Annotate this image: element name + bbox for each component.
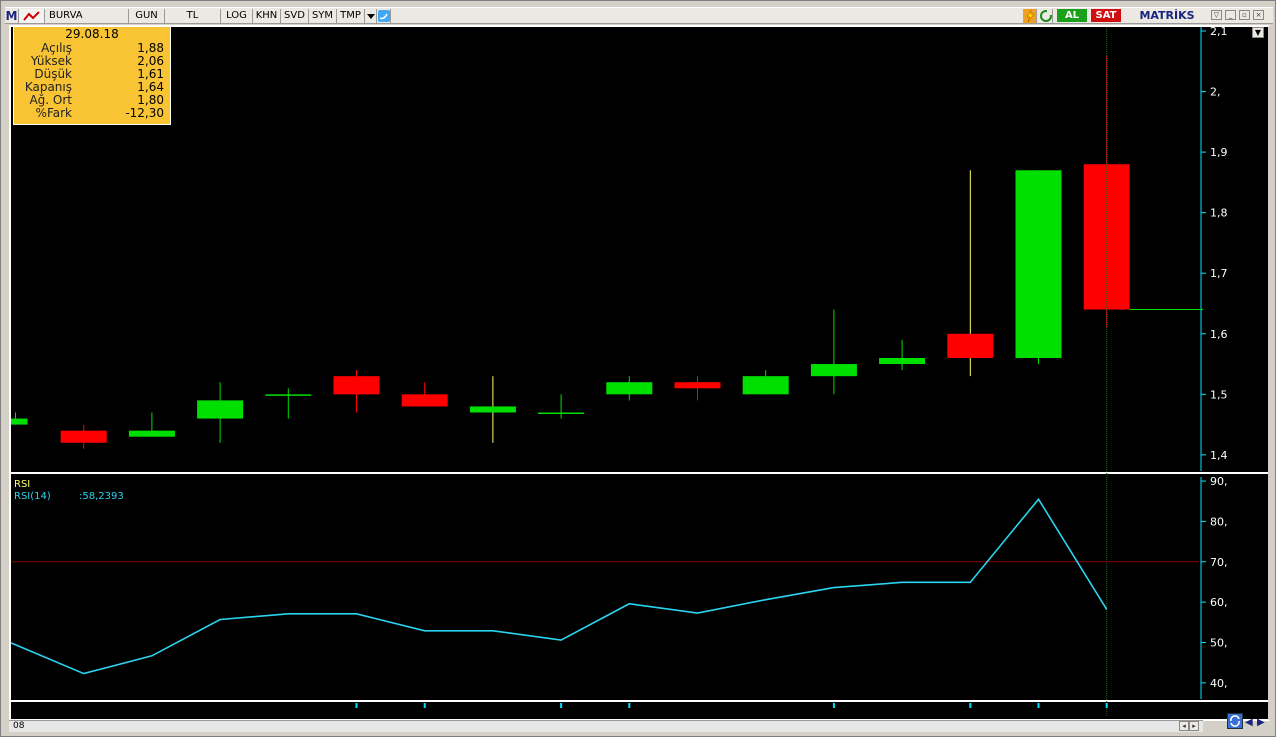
x-axis-tick xyxy=(355,703,358,708)
symbol-icon[interactable] xyxy=(19,9,45,23)
chart-area[interactable]: 1,4 1,5 1,6 1,7 1,8 1,9 2, 2,1 40, 50, 60, 70, 80, 90… xyxy=(9,25,1270,721)
price-axis-tick-label: 1,8 xyxy=(1210,207,1228,220)
rsi-series-line xyxy=(11,497,1108,675)
tmp-button[interactable]: TMP xyxy=(337,9,365,23)
rsi-axis-tick-label: 90, xyxy=(1210,475,1228,488)
price-axis-tick-label: 2,1 xyxy=(1210,27,1228,38)
candle-body xyxy=(538,412,585,414)
candle-body xyxy=(879,358,926,365)
chart-window: M BURVA GUN TL LOG KHN SVD SYM TMP AL SA… xyxy=(0,0,1276,737)
close-icon[interactable]: × xyxy=(1253,10,1264,20)
brand-label: MATRİKS xyxy=(1139,9,1195,22)
candle-body xyxy=(674,382,721,389)
scroll-left-icon[interactable]: ◂ xyxy=(1179,721,1189,731)
candle-body xyxy=(469,406,516,413)
sym-button[interactable]: SYM xyxy=(309,9,337,23)
period-button[interactable]: GUN xyxy=(129,9,165,23)
candle-body xyxy=(742,376,789,395)
rsi-axis-tick-label: 50, xyxy=(1210,636,1228,649)
x-axis-tick xyxy=(1105,703,1108,708)
chart-canvas[interactable]: 1,4 1,5 1,6 1,7 1,8 1,9 2, 2,1 40, 50, 60, 70, 80, 90… xyxy=(11,27,1268,719)
candle-body xyxy=(60,430,107,443)
time-scrollbar[interactable]: 08 ◂ ▸ xyxy=(9,720,1203,732)
info-date: 29.08.18 xyxy=(65,27,119,41)
rsi-series-label: RSI(14) xyxy=(14,491,51,502)
x-axis-tick xyxy=(969,703,972,708)
price-axis-tick-label: 1,4 xyxy=(1210,449,1228,462)
candle-body xyxy=(606,382,653,395)
candle-body xyxy=(1015,170,1062,358)
rsi-axis-tick-label: 60, xyxy=(1210,596,1228,609)
rsi-axis-tick-label: 80, xyxy=(1210,515,1228,528)
candle-body xyxy=(947,333,994,358)
x-axis-tick xyxy=(832,703,835,708)
nav-forward-icon[interactable]: ▶ xyxy=(1257,717,1265,728)
x-axis-tick xyxy=(423,703,426,708)
price-axis-tick-label: 2, xyxy=(1210,86,1221,99)
x-axis-tick xyxy=(1037,703,1040,708)
chart-toolbar: M BURVA GUN TL LOG KHN SVD SYM TMP AL SA… xyxy=(5,7,1273,24)
nav-back-icon[interactable]: ◀ xyxy=(1245,717,1253,728)
info-row-change: %Fark -12,30 xyxy=(35,106,164,120)
khn-button[interactable]: KHN xyxy=(253,9,281,23)
app-logo[interactable]: M xyxy=(5,9,19,23)
price-axis-tick-label: 1,7 xyxy=(1210,267,1228,280)
sync-icon[interactable] xyxy=(1227,713,1243,729)
rsi-axis-tick-label: 70, xyxy=(1210,556,1228,569)
candle-body xyxy=(11,418,28,425)
panel-dropdown-icon[interactable]: ▼ xyxy=(1252,27,1264,38)
x-axis-tick xyxy=(628,703,631,708)
restore-icon[interactable]: ▫ xyxy=(1239,10,1250,20)
price-axis-tick-label: 1,5 xyxy=(1210,388,1228,401)
currency-button[interactable]: TL xyxy=(165,9,221,23)
buy-button[interactable]: AL xyxy=(1057,9,1087,22)
minimize-icon[interactable]: _ xyxy=(1225,10,1236,20)
ohlc-info-box: 29.08.18 Açılış 1,88 Yüksek 2,06 Düşük 1,61… xyxy=(13,26,171,125)
candle-body xyxy=(197,400,244,419)
candle-body xyxy=(401,394,448,407)
lightning-icon[interactable] xyxy=(1023,9,1037,23)
svd-button[interactable]: SVD xyxy=(281,9,309,23)
scroll-date-label: 08 xyxy=(13,721,25,731)
rsi-series-value: :58,2393 xyxy=(79,491,124,502)
price-axis-tick-label: 1,6 xyxy=(1210,328,1228,341)
candle-body xyxy=(128,430,175,437)
price-axis-tick-label: 1,9 xyxy=(1210,146,1228,159)
log-button[interactable]: LOG xyxy=(221,9,253,23)
rsi-panel-title: RSI xyxy=(14,479,30,490)
candle-body xyxy=(810,364,857,377)
candle-body xyxy=(333,376,380,395)
x-axis-tick xyxy=(560,703,563,708)
dropdown-arrow-icon[interactable] xyxy=(365,9,377,23)
scroll-right-icon[interactable]: ▸ xyxy=(1189,721,1199,731)
twitter-icon[interactable] xyxy=(377,9,391,23)
sell-button[interactable]: SAT xyxy=(1091,9,1121,22)
rsi-axis-tick-label: 40, xyxy=(1210,677,1228,690)
refresh-icon[interactable] xyxy=(1039,9,1053,23)
symbol-field[interactable]: BURVA xyxy=(45,9,129,23)
collapse-icon[interactable]: ▽ xyxy=(1211,10,1222,20)
candle-body xyxy=(265,394,312,396)
